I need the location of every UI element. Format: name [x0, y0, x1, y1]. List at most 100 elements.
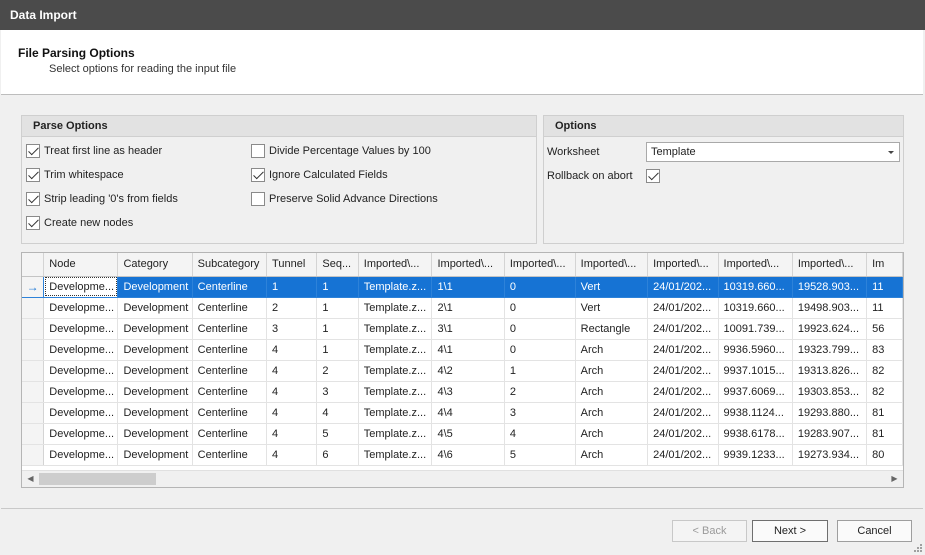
scrollbar-thumb[interactable]	[39, 473, 156, 485]
table-cell[interactable]: Development	[117, 402, 193, 424]
table-cell[interactable]: 1	[316, 318, 359, 340]
table-cell[interactable]: 4\1	[431, 339, 505, 361]
table-row[interactable]: Developme... Development Centerline 3 1 Templ…	[22, 318, 903, 340]
table-row[interactable]: Developme... Development Centerline 4 6 Templ…	[22, 444, 903, 466]
table-cell[interactable]: 4	[266, 423, 318, 445]
chevron-down-icon[interactable]	[888, 151, 894, 154]
scroll-left-icon[interactable]: ◀	[22, 471, 39, 487]
table-cell[interactable]: 4\3	[431, 381, 505, 403]
table-cell[interactable]: 2	[316, 360, 359, 382]
table-cell[interactable]: Developme...	[43, 444, 119, 466]
table-cell[interactable]: Developme...	[43, 402, 119, 424]
table-cell[interactable]: Template.z...	[358, 297, 433, 319]
table-cell[interactable]: Vert	[575, 297, 649, 319]
table-cell[interactable]: 4	[266, 360, 318, 382]
table-cell[interactable]: 4\6	[431, 444, 505, 466]
table-cell[interactable]: 19283.907...	[792, 423, 868, 445]
table-cell[interactable]: 10091.739...	[718, 318, 793, 340]
table-cell[interactable]: 0	[504, 318, 576, 340]
row-indicator[interactable]	[22, 444, 45, 466]
strip-leading-zeros-checkbox[interactable]: Strip leading '0's from fields	[26, 191, 178, 207]
table-cell[interactable]: 81	[866, 423, 903, 445]
table-cell[interactable]: 9938.1124...	[718, 402, 793, 424]
table-cell[interactable]: Vert	[575, 276, 649, 298]
table-cell[interactable]: 4	[266, 339, 318, 361]
table-cell[interactable]: 3	[266, 318, 318, 340]
table-cell[interactable]: 9937.6069...	[718, 381, 793, 403]
table-cell[interactable]: 1\1	[431, 276, 505, 298]
table-cell[interactable]: 9939.1233...	[718, 444, 793, 466]
table-cell[interactable]: Rectangle	[575, 318, 649, 340]
table-cell[interactable]: 0	[504, 276, 576, 298]
table-cell[interactable]: Development	[117, 423, 193, 445]
row-indicator[interactable]	[22, 381, 45, 403]
table-cell[interactable]: Template.z...	[358, 402, 433, 424]
table-cell[interactable]: Developme...	[43, 423, 119, 445]
table-row[interactable]: → Developme... Development Centerline 1 1 Temp…	[22, 276, 903, 298]
table-cell[interactable]: Development	[117, 339, 193, 361]
checkbox-box[interactable]	[26, 216, 40, 231]
table-cell[interactable]: 9938.6178...	[718, 423, 793, 445]
column-header[interactable]: Imported\...	[358, 253, 433, 277]
column-header[interactable]: Imported\...	[504, 253, 576, 277]
table-cell[interactable]: Template.z...	[358, 381, 433, 403]
row-indicator[interactable]	[22, 402, 45, 424]
table-cell[interactable]: 5	[504, 444, 576, 466]
divide-percentage-checkbox[interactable]: Divide Percentage Values by 100	[251, 143, 431, 159]
table-cell[interactable]: 9936.5960...	[718, 339, 793, 361]
table-cell[interactable]: 1	[316, 276, 359, 298]
table-cell[interactable]: 11	[866, 297, 903, 319]
rollback-checkbox[interactable]	[646, 168, 664, 184]
table-cell[interactable]: Centerline	[192, 381, 268, 403]
table-cell[interactable]: Centerline	[192, 339, 268, 361]
table-cell[interactable]: 3	[316, 381, 359, 403]
column-header[interactable]: Imported\...	[431, 253, 505, 277]
table-cell[interactable]: 24/01/202...	[647, 423, 719, 445]
table-cell[interactable]: 24/01/202...	[647, 276, 719, 298]
table-cell[interactable]: Development	[117, 276, 193, 298]
preview-grid[interactable]: Node Category Subcategory Tunnel Seq... …	[21, 252, 904, 488]
create-new-nodes-checkbox[interactable]: Create new nodes	[26, 215, 133, 231]
table-cell[interactable]: 4	[504, 423, 576, 445]
row-indicator[interactable]	[22, 360, 45, 382]
column-header[interactable]: Node	[43, 253, 119, 277]
table-cell[interactable]: 82	[866, 381, 903, 403]
table-row[interactable]: Developme... Development Centerline 4 4 Templ…	[22, 402, 903, 424]
table-cell[interactable]: Developme...	[43, 318, 119, 340]
checkbox-box[interactable]	[26, 192, 40, 207]
table-cell[interactable]: 4\5	[431, 423, 505, 445]
table-cell[interactable]: Development	[117, 360, 193, 382]
column-header[interactable]: Imported\...	[575, 253, 649, 277]
column-header[interactable]: Imported\...	[792, 253, 868, 277]
ignore-calculated-fields-checkbox[interactable]: Ignore Calculated Fields	[251, 167, 388, 183]
table-row[interactable]: Developme... Development Centerline 4 3 Templ…	[22, 381, 903, 403]
column-header[interactable]: Imported\...	[647, 253, 719, 277]
table-cell[interactable]: 81	[866, 402, 903, 424]
table-cell[interactable]: Developme...	[43, 381, 119, 403]
table-cell[interactable]: 1	[316, 339, 359, 361]
column-header[interactable]: Category	[117, 253, 193, 277]
table-cell[interactable]: 24/01/202...	[647, 381, 719, 403]
table-cell[interactable]: Centerline	[192, 444, 268, 466]
table-cell[interactable]: Developme...	[43, 360, 119, 382]
table-cell[interactable]: 3	[504, 402, 576, 424]
table-cell[interactable]: 19323.799...	[792, 339, 868, 361]
table-cell[interactable]: Centerline	[192, 318, 268, 340]
table-cell[interactable]: 24/01/202...	[647, 339, 719, 361]
table-cell[interactable]: Centerline	[192, 297, 268, 319]
table-cell[interactable]: 19528.903...	[792, 276, 868, 298]
table-cell[interactable]: 0	[504, 297, 576, 319]
table-cell[interactable]: 11	[866, 276, 903, 298]
table-cell[interactable]: Centerline	[192, 360, 268, 382]
row-indicator[interactable]	[22, 318, 45, 340]
table-cell[interactable]: 83	[866, 339, 903, 361]
table-cell[interactable]: 4\4	[431, 402, 505, 424]
table-row[interactable]: Developme... Development Centerline 4 5 Templ…	[22, 423, 903, 445]
row-indicator[interactable]	[22, 423, 45, 445]
column-header[interactable]: Subcategory	[192, 253, 268, 277]
table-cell[interactable]: 24/01/202...	[647, 444, 719, 466]
table-cell[interactable]: 19313.826...	[792, 360, 868, 382]
table-cell[interactable]: Template.z...	[358, 276, 433, 298]
checkbox-box[interactable]	[26, 144, 40, 159]
table-cell[interactable]: Arch	[575, 381, 649, 403]
